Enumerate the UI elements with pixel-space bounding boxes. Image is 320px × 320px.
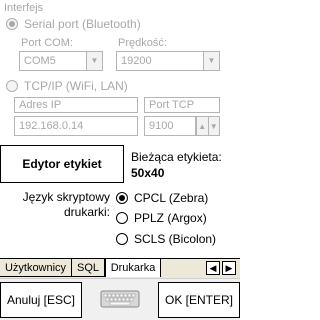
ip-address-value: 192.168.0.14 — [19, 120, 84, 132]
interface-group-title: Interfejs — [4, 2, 44, 14]
tcp-ip-radio[interactable] — [6, 80, 18, 92]
chevron-down-icon: ▼ — [203, 52, 219, 70]
tab-users[interactable]: Użytkownicy — [0, 259, 72, 277]
tcp-port-spinner[interactable]: ▲ ▼ — [196, 116, 220, 136]
radio-indicator — [116, 212, 128, 224]
cancel-button[interactable]: Anuluj [ESC] — [0, 282, 82, 318]
serial-port-radio[interactable] — [6, 18, 18, 30]
port-com-label: Port COM: — [21, 37, 73, 49]
script-language-caption-line1: Język skryptowy — [22, 190, 110, 204]
pplz-label: PPLZ (Argox) — [134, 211, 207, 225]
current-label-caption: Bieżąca etykieta: — [131, 150, 222, 164]
port-com-value: COM5 — [24, 55, 56, 67]
ok-button[interactable]: OK [ENTER] — [158, 282, 240, 318]
scls-label: SCLS (Bicolon) — [134, 232, 217, 246]
script-language-caption: Język skryptowy drukarki: — [6, 190, 110, 220]
label-editor-button[interactable]: Edytor etykiet — [0, 145, 124, 183]
ip-address-caption-field: Adres IP — [14, 97, 138, 113]
current-label-value: 50x40 — [131, 166, 165, 180]
radio-indicator — [116, 233, 128, 245]
tcp-port-caption-field: Port TCP — [144, 97, 220, 113]
spin-down-icon[interactable]: ▼ — [207, 117, 220, 135]
spin-up-icon[interactable]: ▲ — [197, 117, 208, 135]
pplz-radio[interactable] — [116, 212, 128, 224]
tab-scroll-left-icon[interactable]: ◀ — [206, 261, 220, 275]
cpcl-radio[interactable] — [116, 192, 128, 204]
port-com-select[interactable]: COM5 ▼ — [19, 51, 103, 71]
cpcl-label: CPCL (Zebra) — [134, 191, 209, 205]
tab-scroll-right-icon[interactable]: ▶ — [222, 261, 236, 275]
tcp-ip-label: TCP/IP (WiFi, LAN) — [24, 79, 128, 93]
radio-indicator — [6, 80, 18, 92]
ip-address-input[interactable]: 192.168.0.14 — [14, 116, 138, 136]
keyboard-icon[interactable] — [100, 288, 140, 310]
tab-sql[interactable]: SQL — [72, 259, 105, 277]
tcp-port-label: Port TCP — [149, 99, 195, 111]
tab-printer[interactable]: Drukarka — [105, 259, 161, 277]
speed-value: 19200 — [121, 55, 152, 67]
speed-select[interactable]: 19200 ▼ — [116, 51, 220, 71]
serial-port-label: Serial port (Bluetooth) — [24, 17, 141, 31]
chevron-down-icon: ▼ — [86, 52, 102, 70]
radio-indicator — [116, 192, 128, 204]
tcp-port-input[interactable]: 9100 — [144, 116, 196, 136]
ip-address-label: Adres IP — [19, 99, 62, 111]
scls-radio[interactable] — [116, 233, 128, 245]
speed-label: Prędkość: — [118, 37, 167, 49]
tcp-port-value: 9100 — [149, 120, 174, 132]
radio-indicator — [6, 18, 18, 30]
script-language-caption-line2: drukarki: — [63, 205, 110, 219]
